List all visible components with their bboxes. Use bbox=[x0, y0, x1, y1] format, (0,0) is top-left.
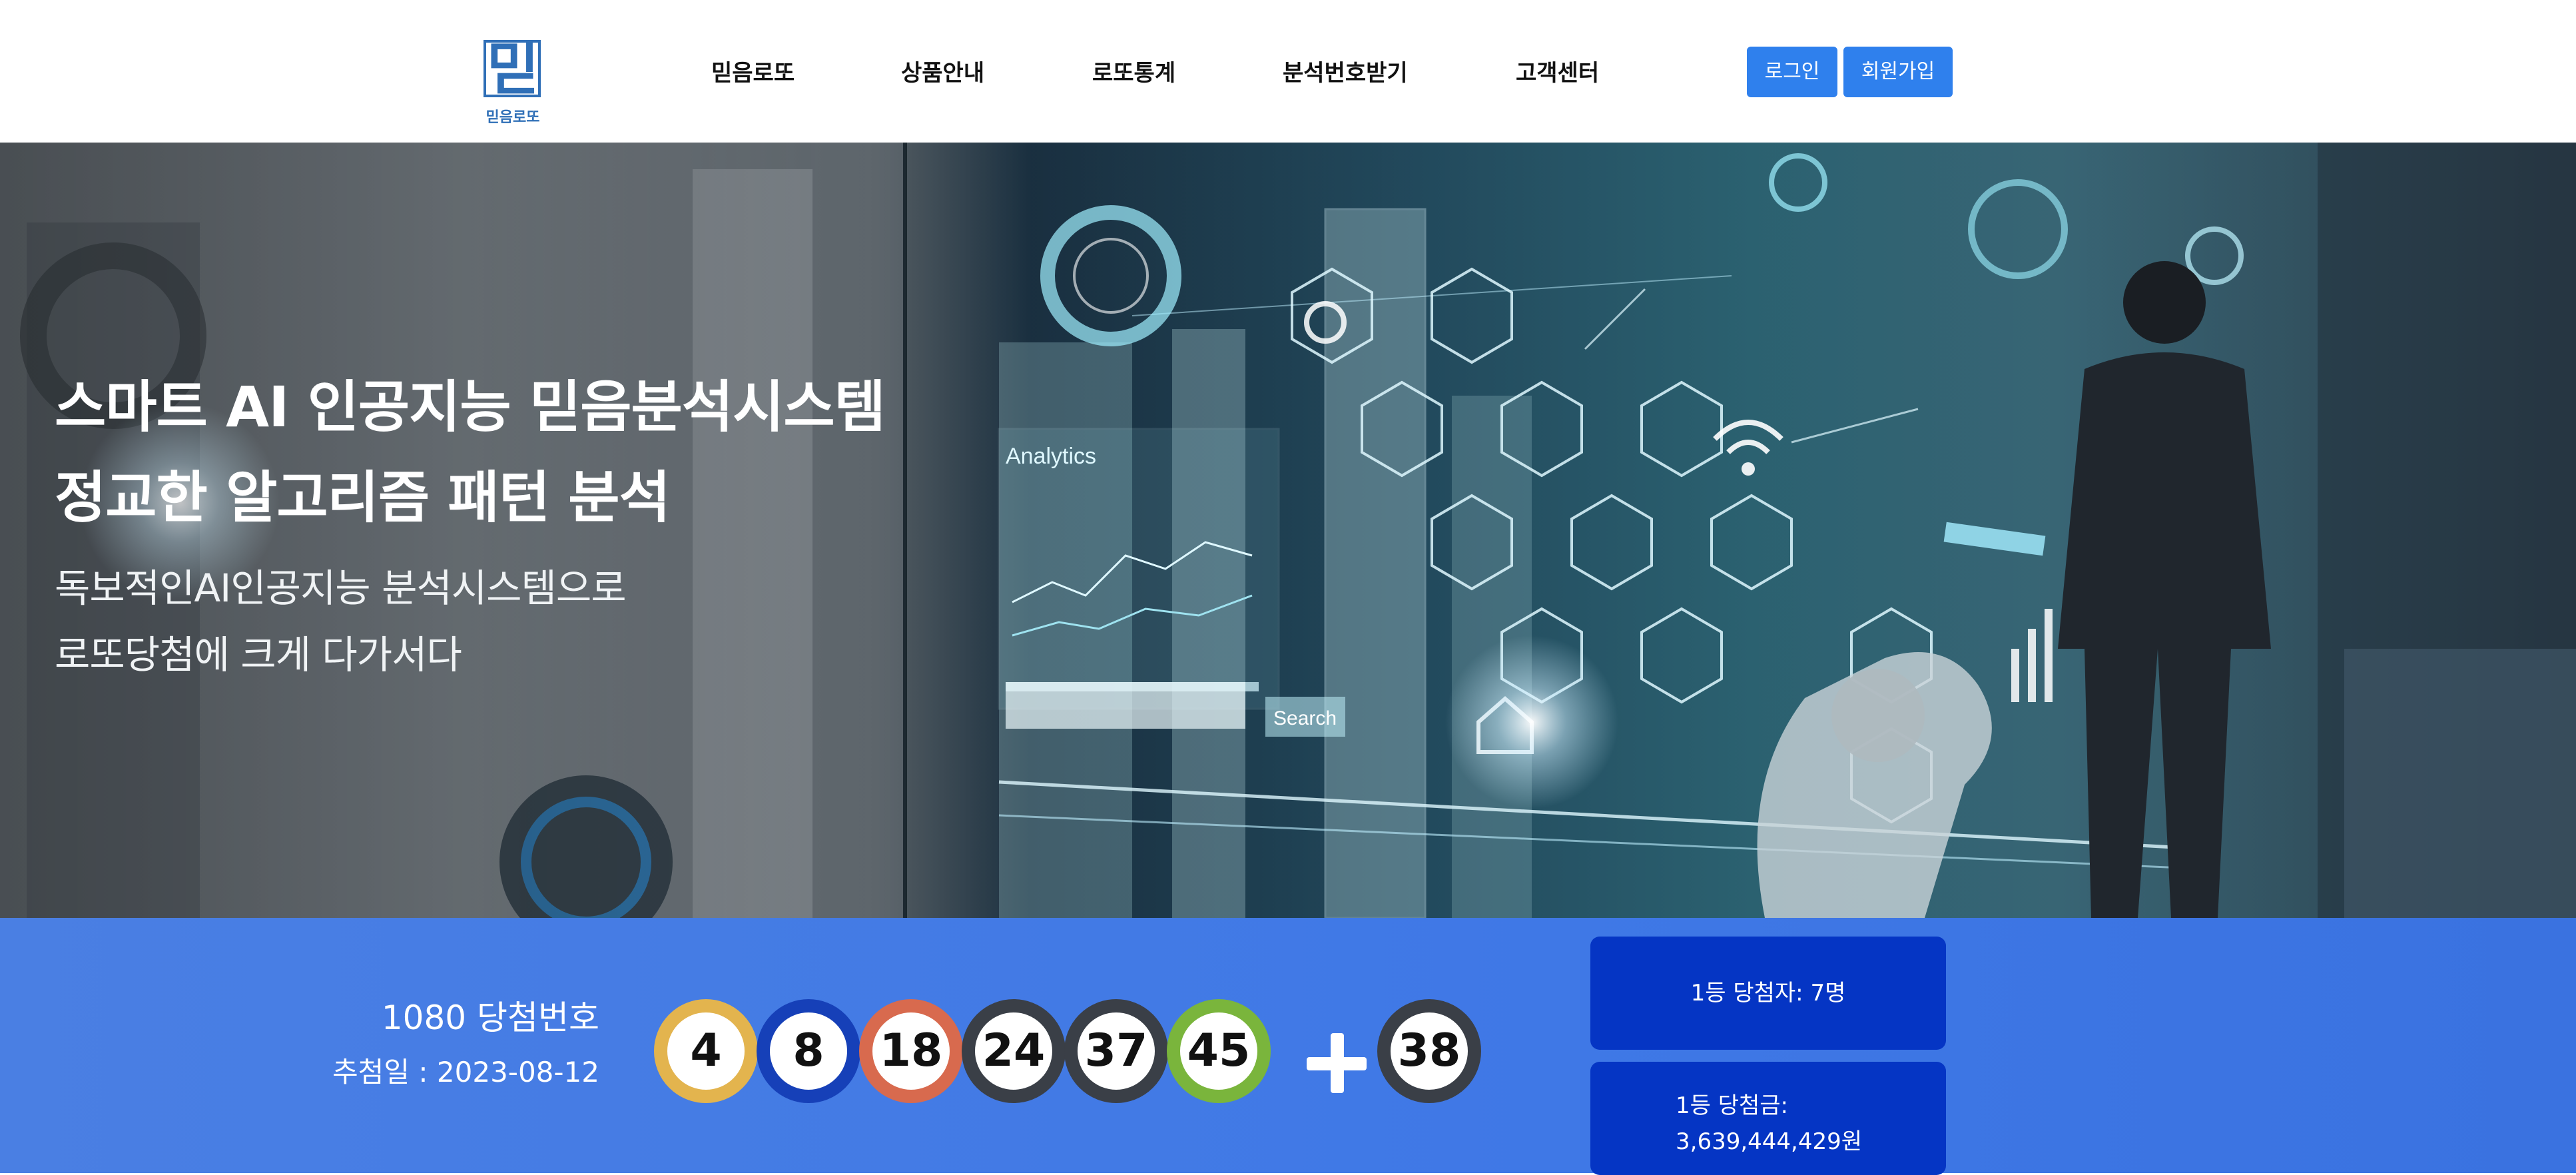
login-button[interactable]: 로그인 bbox=[1747, 47, 1837, 97]
nav-item-lotto-stats[interactable]: 로또통계 bbox=[1092, 55, 1175, 87]
first-prize-amount-label: 1등 당첨금: bbox=[1676, 1092, 1789, 1119]
winning-number-ball: 4 bbox=[654, 999, 758, 1103]
nav-item-mideum-lotto[interactable]: 믿음로또 bbox=[711, 55, 795, 87]
winning-number-ball: 45 bbox=[1167, 999, 1271, 1103]
winning-number-ball: 18 bbox=[859, 999, 963, 1103]
hero-title-line1: 스마트 AI 인공지능 믿음분석시스템 bbox=[55, 374, 886, 440]
nav-item-products[interactable]: 상품안내 bbox=[901, 55, 984, 87]
winning-number-ball: 24 bbox=[962, 999, 1066, 1103]
signup-button[interactable]: 회원가입 bbox=[1843, 47, 1953, 97]
logo-text: 믿음로또 bbox=[485, 109, 540, 126]
svg-text:Search: Search bbox=[1273, 707, 1337, 729]
first-prize-amount-box: 1등 당첨금: 3,639,444,429원 bbox=[1590, 1062, 1946, 1175]
first-prize-winners-box: 1등 당첨자: 7명 bbox=[1590, 937, 1946, 1050]
winning-number-ball: 8 bbox=[757, 999, 860, 1103]
nav-item-customer-center[interactable]: 고객센터 bbox=[1516, 55, 1599, 87]
draw-date-label: 추첨일 : 2023-08-12 bbox=[332, 1056, 599, 1088]
first-prize-winners-label: 1등 당첨자: 7명 bbox=[1690, 980, 1846, 1006]
site-logo[interactable]: 믿 믿음로또 bbox=[480, 36, 546, 127]
winning-numbers-strip: 1080 당첨번호 추첨일 : 2023-08-12 4 8 18 24 37 … bbox=[0, 918, 2576, 1175]
hero-banner: Analytics Search 스마트 AI 인공지능 믿음분석시스템 정교한… bbox=[0, 143, 2576, 918]
bonus-number-ball: 38 bbox=[1377, 999, 1481, 1103]
hero-subtitle-line2: 로또당첨에 크게 다가서다 bbox=[55, 632, 462, 677]
hero-title-line2: 정교한 알고리즘 패턴 분석 bbox=[55, 465, 671, 530]
nav-item-get-analysis-numbers[interactable]: 분석번호받기 bbox=[1283, 55, 1408, 87]
plus-icon bbox=[1307, 1033, 1367, 1093]
draw-round-label: 1080 당첨번호 bbox=[381, 998, 599, 1037]
winning-number-ball: 37 bbox=[1064, 999, 1168, 1103]
svg-text:Analytics: Analytics bbox=[1006, 444, 1096, 469]
site-header: 믿 믿음로또 믿음로또 상품안내 로또통계 분석번호받기 고객센터 로그인 회원… bbox=[0, 0, 2576, 143]
logo-glyph: 믿 bbox=[486, 36, 539, 103]
hero-subtitle-line1: 독보적인AI인공지능 분석시스템으로 bbox=[55, 566, 627, 611]
first-prize-amount-value: 3,639,444,429원 bbox=[1676, 1128, 1863, 1155]
